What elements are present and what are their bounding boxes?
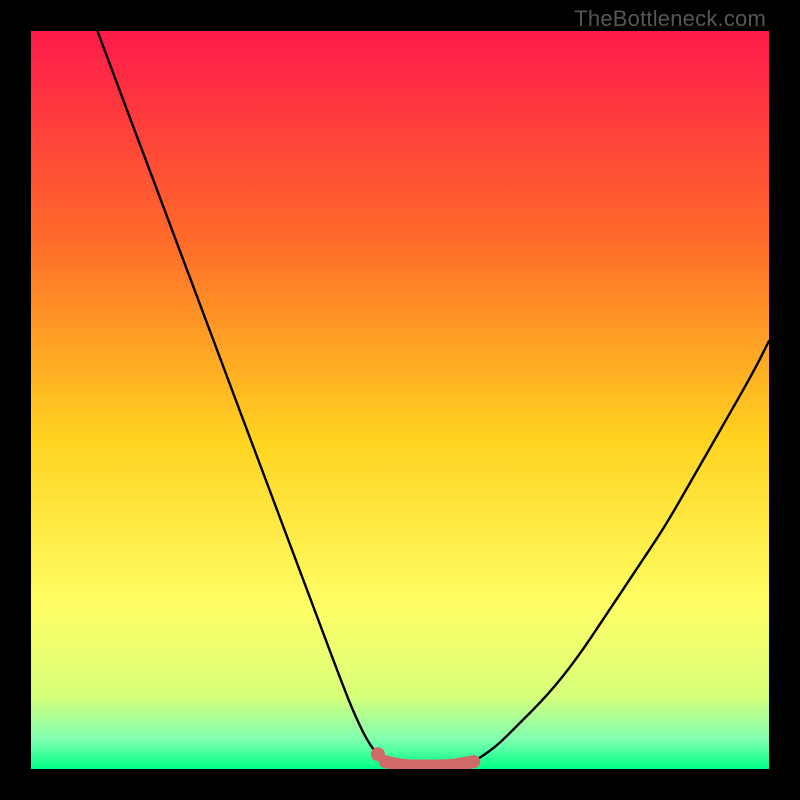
gradient-background [31, 31, 769, 769]
plot-area [31, 31, 769, 769]
min-band-highlight [385, 762, 474, 766]
plot-svg [31, 31, 769, 769]
watermark-text: TheBottleneck.com [574, 6, 766, 32]
left-end-dot [371, 747, 385, 761]
chart-frame: TheBottleneck.com [0, 0, 800, 800]
